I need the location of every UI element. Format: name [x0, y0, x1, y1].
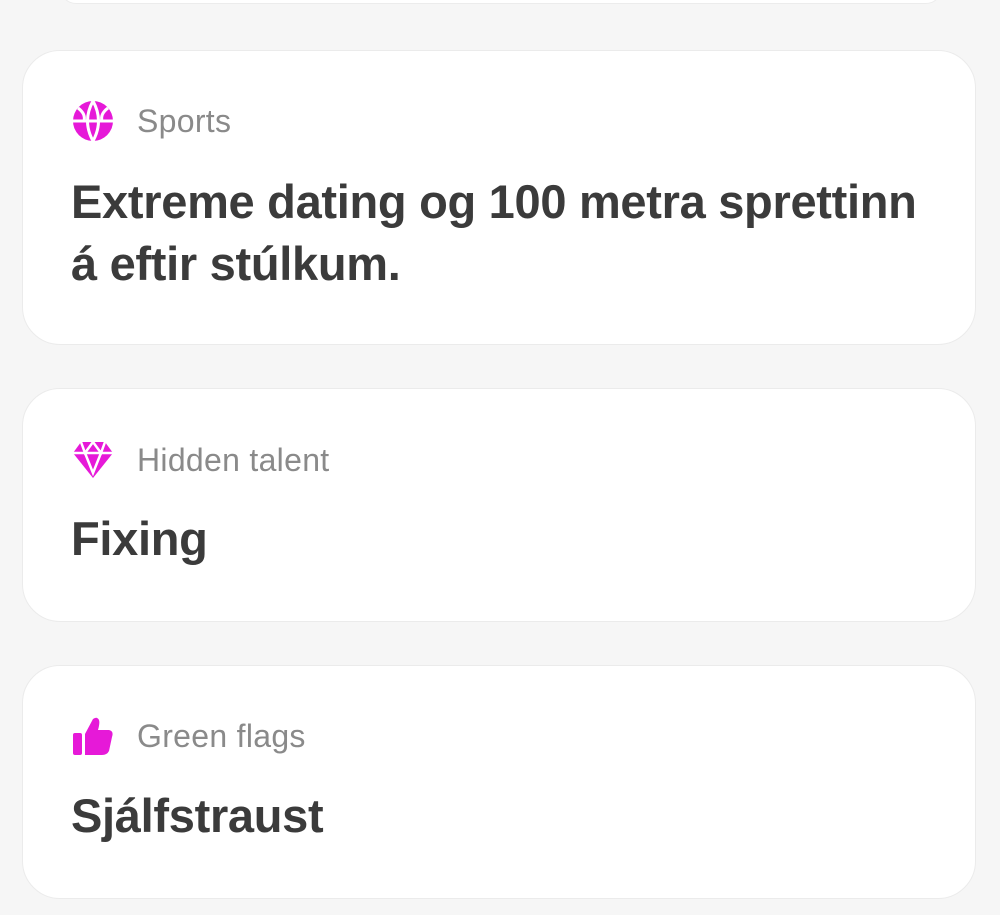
card-value: Extreme dating og 100 metra sprettinn á …: [71, 175, 917, 290]
thumbs-up-icon: [71, 714, 115, 758]
card-label: Green flags: [137, 717, 306, 754]
card-value: Sjálfstraust: [71, 789, 324, 842]
card-label: Hidden talent: [137, 441, 330, 478]
basketball-icon: [71, 99, 115, 143]
gem-icon: [71, 438, 115, 482]
profile-card-hidden-talent: Hidden talent Fixing: [22, 388, 976, 622]
profile-card-green-flags: Green flags Sjálfstraust: [22, 665, 976, 899]
card-value: Fixing: [71, 512, 208, 565]
card-header: Sports: [71, 99, 231, 143]
profile-card-sports: Sports Extreme dating og 100 metra spret…: [22, 50, 976, 345]
card-label: Sports: [137, 102, 232, 139]
previous-card-edge: [60, 0, 942, 4]
card-header: Hidden talent: [71, 438, 329, 482]
card-header: Green flags: [71, 714, 306, 758]
